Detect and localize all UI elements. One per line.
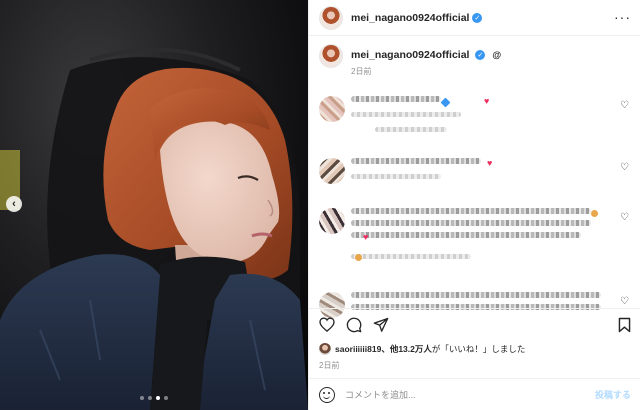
likes-count[interactable]: 、他13.2万人 — [381, 343, 432, 355]
author-avatar[interactable] — [319, 5, 343, 30]
commenter-avatar[interactable] — [319, 208, 345, 234]
post-photo — [0, 47, 308, 410]
caption-author-avatar[interactable] — [319, 44, 343, 68]
comment-item: ♥ ♡ — [319, 96, 633, 148]
commenter-avatar[interactable] — [319, 96, 345, 122]
caption-username-text: mei_nagano0924official — [351, 49, 470, 61]
comment-list: ♥ ♡ ♥ ♡ ♥ ♡ ♡ — [319, 92, 633, 322]
caption-timestamp: 2日前 — [351, 67, 372, 76]
blurred-comment-text — [351, 96, 441, 102]
bookmark-icon[interactable] — [618, 317, 631, 333]
comment-item: ♥ ♡ — [319, 158, 633, 200]
post-actions — [309, 308, 640, 338]
blurred-comment-meta — [351, 174, 441, 179]
comment-icon[interactable] — [346, 317, 362, 333]
caption-author-username[interactable]: mei_nagano0924official ✓ @ — [351, 49, 501, 61]
blurred-comment-text — [351, 208, 591, 214]
comment-like-heart-icon[interactable]: ♡ — [620, 100, 629, 111]
add-comment-bar: 投稿する — [309, 378, 640, 410]
carousel-dot-active — [156, 396, 160, 400]
heart-icon[interactable] — [319, 317, 335, 332]
more-horizontal-icon[interactable]: ··· — [614, 10, 631, 24]
emoji-icon — [355, 254, 362, 261]
share-icon[interactable] — [373, 317, 389, 332]
threads-icon[interactable]: @ — [492, 50, 501, 60]
previous-slide-button[interactable]: ‹ — [6, 196, 22, 212]
comment-item: ♥ ♡ — [319, 208, 633, 278]
carousel-dot — [140, 396, 144, 400]
emoji-icon — [591, 210, 598, 217]
blurred-comment-text — [351, 232, 581, 238]
blurred-comment-meta — [351, 112, 461, 117]
post-details-panel: mei_nagano0924official ✓ ··· mei_nagano0… — [308, 0, 640, 410]
comment-like-heart-icon[interactable]: ♡ — [620, 296, 629, 307]
likes-summary[interactable]: saoriiiiii819 、他13.2万人 が「いいね！」しました — [319, 343, 525, 355]
likes-suffix: が「いいね！」しました — [431, 344, 526, 354]
blurred-comment-text — [351, 292, 601, 298]
blurred-comment-meta — [351, 254, 471, 259]
verified-badge-icon: ✓ — [472, 12, 483, 23]
carousel-dot — [164, 396, 168, 400]
blurred-comment-text — [351, 220, 591, 226]
post-comment-button[interactable]: 投稿する — [595, 388, 631, 401]
liker-avatar[interactable] — [319, 343, 331, 355]
verified-badge-icon: ✓ — [475, 50, 486, 61]
comment-input[interactable] — [345, 389, 595, 400]
carousel-indicator — [0, 396, 308, 400]
blurred-view-replies[interactable] — [375, 127, 447, 132]
carousel-dot — [148, 396, 152, 400]
author-username[interactable]: mei_nagano0924official — [351, 12, 469, 24]
emoji-heart-icon: ♥ — [363, 232, 369, 242]
first-liker-username[interactable]: saoriiiiii819 — [335, 344, 381, 354]
chevron-left-icon: ‹ — [12, 197, 16, 210]
comment-like-heart-icon[interactable]: ♡ — [620, 162, 629, 173]
commenter-avatar[interactable] — [319, 158, 345, 184]
post-media[interactable]: ‹ — [0, 0, 308, 410]
emoji-icon — [440, 97, 451, 108]
blurred-comment-text — [351, 158, 481, 164]
emoji-heart-icon: ♥ — [484, 96, 490, 106]
post-header: mei_nagano0924official ✓ ··· — [309, 0, 640, 36]
post-date[interactable]: 2日前 — [319, 360, 339, 371]
comment-like-heart-icon[interactable]: ♡ — [620, 212, 629, 223]
emoji-picker-icon[interactable] — [319, 386, 335, 403]
emoji-heart-icon: ♥ — [487, 158, 493, 168]
